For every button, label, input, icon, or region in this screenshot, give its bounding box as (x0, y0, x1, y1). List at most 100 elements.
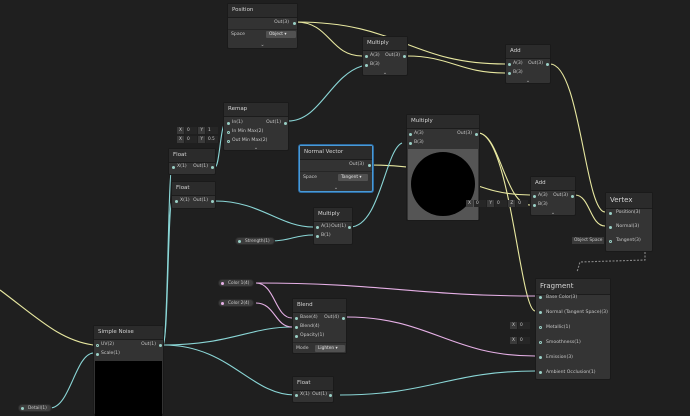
output-port[interactable] (159, 343, 162, 347)
x-value[interactable]: 0 (517, 322, 530, 329)
wire-noise-to-float-mid (162, 200, 173, 346)
float-node-bottom[interactable]: Float X(1) Out(1) (292, 376, 334, 403)
space-dropdown[interactable]: Object ▾ (266, 31, 296, 38)
input-b-label: B(1) (321, 233, 331, 238)
add-b-default-field[interactable]: X0 Y0 Z0 (466, 200, 529, 207)
x-value[interactable]: 0 (517, 337, 530, 344)
tangent-port[interactable] (609, 239, 612, 243)
output-port[interactable] (342, 316, 345, 320)
input-port-opacity[interactable] (295, 334, 298, 338)
position-port[interactable] (609, 211, 612, 215)
x-value[interactable]: 0 (184, 136, 197, 143)
x-value[interactable]: 0 (184, 127, 197, 134)
x-value[interactable]: 0 (473, 200, 486, 207)
input-port-a[interactable] (508, 62, 511, 66)
wire-vertex-to-fragment (576, 252, 646, 273)
input-port-a[interactable] (365, 54, 368, 58)
input-port-b[interactable] (365, 63, 368, 67)
z-value[interactable]: 0 (516, 200, 529, 207)
output-port[interactable] (571, 194, 574, 198)
output-port[interactable] (348, 225, 351, 229)
collapse-chevron-icon[interactable]: ⌄ (224, 145, 288, 151)
collapse-chevron-icon[interactable]: ⌄ (506, 78, 550, 84)
normal-vector-node[interactable]: Normal Vector Out(3) Space Tangent ▾ ⌄ (299, 145, 373, 192)
output-port[interactable] (211, 165, 214, 169)
float-node-top[interactable]: Float X(1) Out(1) (168, 148, 216, 175)
color2-property[interactable]: Color 2(4) (218, 299, 255, 307)
out-label: Out(1) (141, 342, 156, 347)
mode-dropdown[interactable]: Lighten ▾ (315, 345, 345, 352)
y-value[interactable]: 1 (205, 127, 218, 134)
space-dropdown[interactable]: Tangent ▾ (338, 174, 368, 181)
y-value[interactable]: 0.5 (205, 136, 218, 143)
collapse-chevron-icon[interactable]: ⌄ (300, 185, 372, 191)
output-port[interactable] (403, 54, 406, 58)
add-node-top[interactable]: Add A(3) B(3) Out(3) ⌄ (505, 44, 551, 84)
input-port-uv[interactable] (96, 343, 99, 347)
input-port-b[interactable] (533, 203, 536, 207)
input-port-b[interactable] (316, 234, 319, 238)
collapse-chevron-icon[interactable]: ⌄ (228, 42, 297, 48)
multiply-node-small[interactable]: Multiply A(1) B(1) Out(1) (313, 207, 353, 245)
input-port-a[interactable] (409, 132, 412, 136)
tangent-default-field[interactable]: Object Space (572, 237, 605, 244)
input-port-scale[interactable] (96, 352, 99, 356)
output-port[interactable] (211, 199, 214, 203)
input-port-x[interactable] (295, 393, 298, 397)
base-color-port[interactable] (539, 296, 542, 299)
input-out-min-max-label: Out Min Max(2) (232, 138, 268, 143)
input-port-in[interactable] (227, 121, 230, 125)
node-title: Multiply (363, 37, 407, 51)
input-scale-label: Scale(1) (101, 351, 120, 356)
smoothness-port[interactable] (539, 341, 542, 344)
output-port[interactable] (329, 393, 332, 397)
input-port-x[interactable] (175, 199, 178, 203)
simple-noise-node[interactable]: Simple Noise UV(2) Scale(1) Out(1) (93, 325, 164, 416)
node-title: Add (531, 177, 575, 191)
node-title: Blend (293, 299, 346, 313)
input-port-base[interactable] (295, 316, 298, 320)
float-node-mid[interactable]: Float X(1) Out(1) (171, 181, 216, 209)
smoothness-default-field[interactable]: X0 (510, 337, 530, 344)
output-port[interactable] (293, 21, 296, 25)
detail-property[interactable]: Detail(1) (18, 404, 52, 412)
vertex-context[interactable]: Vertex Position(3) Normal(3) Tangent(3) (605, 192, 653, 252)
input-port-x[interactable] (172, 165, 175, 169)
normal-port[interactable] (609, 225, 612, 229)
input-port-a[interactable] (533, 194, 536, 198)
emission-port[interactable] (539, 356, 542, 359)
output-port[interactable] (284, 121, 287, 125)
input-port-b[interactable] (409, 141, 412, 145)
add-node-mid[interactable]: Add A(3) B(3) Out(3) ⌄ (530, 176, 576, 216)
normal-ts-port[interactable] (539, 311, 542, 314)
multiply-node-top[interactable]: Multiply A(3) B(3) Out(3) ⌄ (362, 36, 408, 76)
fragment-context[interactable]: Fragment Base Color(3) Normal (Tangent S… (535, 278, 611, 380)
collapse-chevron-icon[interactable]: ⌄ (363, 70, 407, 76)
input-port-b[interactable] (508, 71, 511, 75)
y-value[interactable]: 0 (494, 200, 507, 207)
output-port[interactable] (475, 132, 478, 136)
position-node[interactable]: Position Out(3) Space Object ▾ ⌄ (227, 3, 298, 49)
input-port-blend[interactable] (295, 325, 298, 329)
output-port[interactable] (546, 62, 549, 66)
tangent-label: Tangent(3) (616, 238, 641, 243)
strength-property[interactable]: Strength(1) (235, 237, 275, 245)
position-label: Position(3) (616, 210, 641, 215)
remap-out-min-max-field[interactable]: X0 Y 0.5 (177, 136, 218, 143)
remap-node[interactable]: Remap In(1) In Min Max(2) Out Min Max(2)… (223, 102, 289, 151)
ao-port[interactable] (539, 371, 542, 374)
input-port-a[interactable] (316, 225, 319, 229)
metallic-port[interactable] (539, 326, 542, 329)
color1-property[interactable]: Color 1(4) (218, 279, 255, 287)
input-port-in-min-max[interactable] (227, 130, 230, 134)
metallic-default-field[interactable]: X0 (510, 322, 530, 329)
input-port-out-min-max[interactable] (227, 139, 230, 143)
collapse-chevron-icon[interactable]: ⌄ (531, 210, 575, 216)
node-preview (408, 149, 478, 220)
blend-node[interactable]: Blend Base(4) Blend(4) Opacity(1) Out(4)… (292, 298, 347, 354)
wire-color2-to-blend (255, 302, 293, 328)
output-port[interactable] (368, 163, 371, 167)
out-label: Out(3) (457, 131, 472, 136)
input-b-label: B(3) (513, 70, 523, 75)
remap-in-min-max-field[interactable]: X0 Y1 (177, 127, 218, 134)
